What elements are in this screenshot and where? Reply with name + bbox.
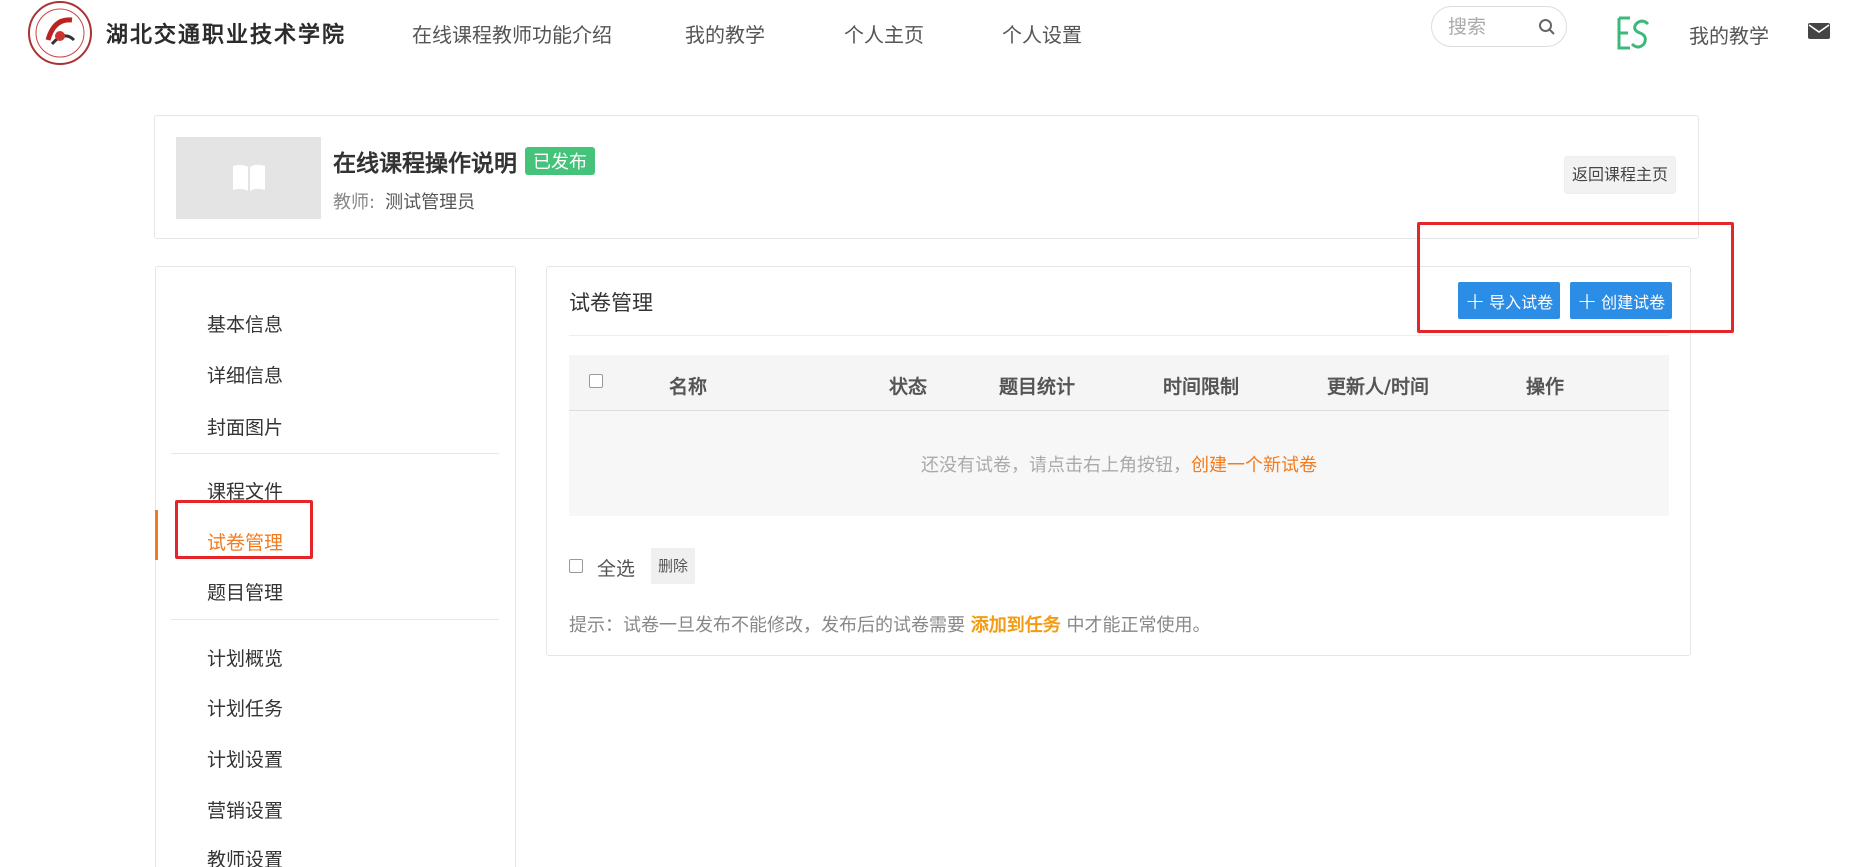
panel-title-divider bbox=[569, 335, 1669, 336]
column-header-question-stats: 题目统计 bbox=[999, 376, 1076, 398]
es-logo-icon[interactable] bbox=[1616, 14, 1652, 52]
search-box bbox=[1431, 6, 1567, 47]
empty-message: 还没有试卷，请点击右上角按钮，创建一个新试卷 bbox=[569, 451, 1669, 477]
search-icon[interactable] bbox=[1538, 18, 1556, 36]
school-name: 湖北交通职业技术学院 bbox=[106, 22, 347, 48]
nav-personal-home[interactable]: 个人主页 bbox=[844, 19, 924, 48]
header-my-teaching-link[interactable]: 我的教学 bbox=[1689, 20, 1769, 49]
select-all-label[interactable]: 全选 bbox=[597, 554, 635, 581]
create-new-exam-link[interactable]: 创建一个新试卷 bbox=[1191, 455, 1317, 476]
tip-prefix: 提示：试卷一旦发布不能修改，发布后的试卷需要 bbox=[569, 615, 965, 636]
sidebar-item-cover-image[interactable]: 封面图片 bbox=[207, 413, 283, 440]
sidebar-divider bbox=[171, 619, 499, 620]
nav-personal-settings[interactable]: 个人设置 bbox=[1002, 19, 1082, 48]
school-logo-icon[interactable] bbox=[24, 0, 96, 67]
top-header: 湖北交通职业技术学院 在线课程教师功能介绍 我的教学 个人主页 个人设置 我的教… bbox=[0, 0, 1861, 66]
sidebar-item-teacher-settings[interactable]: 教师设置 bbox=[207, 845, 283, 867]
teacher-info: 教师: 测试管理员 bbox=[333, 188, 475, 214]
sidebar-item-plan-overview[interactable]: 计划概览 bbox=[207, 644, 283, 671]
tip-message: 提示：试卷一旦发布不能修改，发布后的试卷需要 添加到任务 中才能正常使用。 bbox=[569, 611, 1210, 637]
column-header-status: 状态 bbox=[889, 376, 928, 398]
course-title-row: 在线课程操作说明 已发布 bbox=[333, 144, 595, 178]
empty-text: 还没有试卷，请点击右上角按钮， bbox=[921, 455, 1191, 476]
column-header-actions: 操作 bbox=[1526, 376, 1565, 398]
add-to-task-link[interactable]: 添加到任务 bbox=[971, 615, 1061, 636]
tip-suffix: 中才能正常使用。 bbox=[1066, 615, 1211, 636]
table-header: 名称 状态 题目统计 时间限制 更新人/时间 操作 bbox=[569, 355, 1669, 411]
delete-button[interactable]: 删除 bbox=[651, 548, 696, 584]
sidebar-item-basic-info[interactable]: 基本信息 bbox=[207, 310, 283, 337]
panel-title: 试卷管理 bbox=[569, 291, 653, 315]
back-to-course-button[interactable]: 返回课程主页 bbox=[1564, 156, 1677, 194]
teacher-name: 测试管理员 bbox=[385, 192, 476, 213]
sidebar-item-question-manage[interactable]: 题目管理 bbox=[207, 578, 283, 605]
search-input[interactable] bbox=[1448, 16, 1528, 38]
nav-my-teaching[interactable]: 我的教学 bbox=[685, 19, 765, 48]
table-empty-state: 还没有试卷，请点击右上角按钮，创建一个新试卷 bbox=[569, 411, 1669, 516]
status-badge: 已发布 bbox=[525, 147, 595, 175]
header-select-checkbox[interactable] bbox=[589, 374, 603, 388]
bulk-action-row: 全选 删除 bbox=[569, 548, 969, 584]
book-icon bbox=[232, 164, 265, 191]
annotation-highlight-sidebar bbox=[175, 500, 313, 559]
course-cover-thumbnail[interactable] bbox=[176, 137, 321, 219]
mail-icon[interactable] bbox=[1808, 23, 1830, 39]
sidebar-active-indicator bbox=[155, 510, 158, 560]
column-header-time-limit: 时间限制 bbox=[1163, 376, 1240, 398]
sidebar-item-plan-tasks[interactable]: 计划任务 bbox=[207, 694, 283, 721]
column-header-name: 名称 bbox=[669, 376, 708, 398]
course-title: 在线课程操作说明 bbox=[333, 151, 517, 177]
nav-teacher-intro[interactable]: 在线课程教师功能介绍 bbox=[412, 19, 612, 48]
annotation-highlight-buttons bbox=[1417, 222, 1734, 333]
sidebar-item-marketing-settings[interactable]: 营销设置 bbox=[207, 796, 283, 823]
sidebar-item-plan-settings[interactable]: 计划设置 bbox=[207, 745, 283, 772]
course-manage-sidebar: 基本信息 详细信息 封面图片 课程文件 试卷管理 题目管理 计划概览 计划任务 … bbox=[155, 266, 516, 867]
course-header-card: 在线课程操作说明 已发布 教师: 测试管理员 返回课程主页 bbox=[154, 115, 1699, 239]
teacher-label: 教师: bbox=[333, 192, 376, 213]
sidebar-divider bbox=[171, 453, 499, 454]
sidebar-item-detail-info[interactable]: 详细信息 bbox=[207, 361, 283, 388]
select-all-checkbox[interactable] bbox=[569, 559, 583, 573]
exam-table: 名称 状态 题目统计 时间限制 更新人/时间 操作 还没有试卷，请点击右上角按钮… bbox=[569, 355, 1669, 516]
column-header-updater-time: 更新人/时间 bbox=[1327, 376, 1429, 398]
